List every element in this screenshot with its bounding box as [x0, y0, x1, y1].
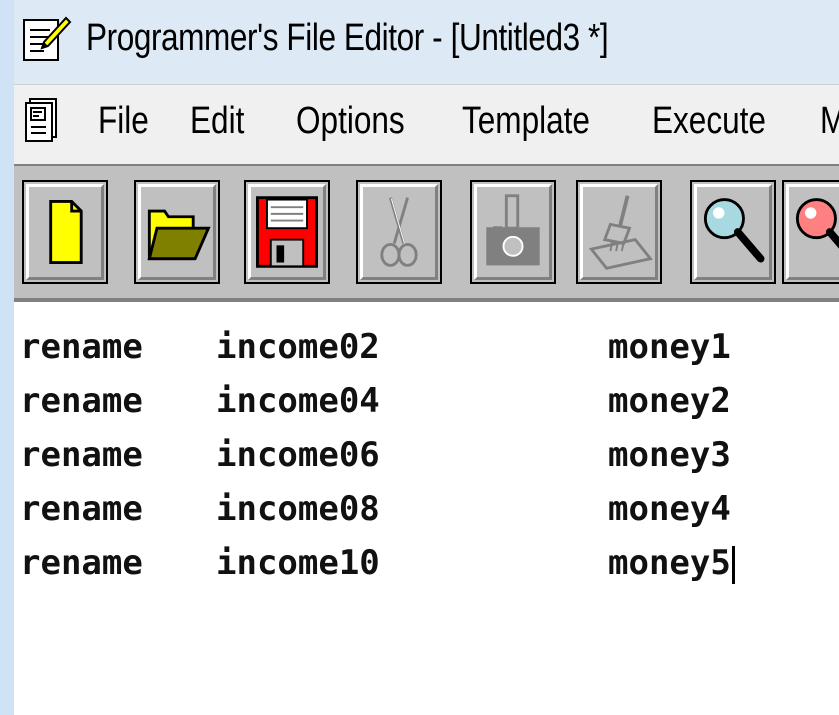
menu-bar: File Edit Options Template Execute M	[14, 84, 839, 159]
menu-template[interactable]: Template	[462, 95, 590, 147]
find-next-button[interactable]	[782, 180, 839, 284]
line-new-name-with-caret: money5	[608, 538, 735, 588]
notepad-pencil-icon[interactable]	[20, 12, 72, 64]
window-title: Programmer's File Editor - [Untitled3 *]	[86, 17, 609, 59]
paste-button[interactable]	[576, 180, 662, 284]
line-command: rename	[20, 543, 143, 583]
line-new-name: money5	[608, 543, 731, 583]
floppy-disk-icon	[256, 196, 318, 268]
camera-icon	[486, 194, 540, 266]
toolbar-border	[14, 298, 839, 302]
scissors-icon	[380, 197, 418, 267]
save-file-button[interactable]	[244, 180, 330, 284]
editor-line: rename income10 money5	[20, 538, 735, 588]
line-new-name: money1	[608, 327, 731, 367]
line-new-name: money2	[608, 381, 731, 421]
line-old-name: income02	[216, 327, 380, 367]
line-old-name: income06	[216, 435, 380, 475]
document-icon[interactable]	[24, 95, 62, 143]
line-new-name: money3	[608, 435, 731, 475]
editor-line: rename income02 money1	[20, 322, 731, 372]
magnifier-icon	[703, 198, 765, 263]
open-folder-icon	[147, 209, 211, 261]
line-command: rename	[20, 435, 143, 475]
open-file-button[interactable]	[134, 180, 220, 284]
editor-line: rename income08 money4	[20, 484, 731, 534]
toolbar	[14, 166, 839, 300]
title-bar[interactable]: Programmer's File Editor - [Untitled3 *]	[14, 0, 839, 84]
desktop-edge	[0, 0, 14, 715]
line-new-name: money4	[608, 489, 731, 529]
brush-icon	[588, 195, 654, 270]
line-command: rename	[20, 381, 143, 421]
toolbar-separator	[14, 158, 839, 166]
line-old-name: income10	[216, 543, 380, 583]
menu-file[interactable]: File	[98, 95, 149, 147]
copy-button[interactable]	[470, 180, 556, 284]
menu-execute[interactable]: Execute	[652, 95, 766, 147]
find-button[interactable]	[690, 180, 776, 284]
editor-line: rename income06 money3	[20, 430, 731, 480]
menu-macro[interactable]: M	[820, 95, 839, 147]
new-file-button[interactable]	[22, 180, 108, 284]
new-document-icon	[49, 200, 83, 264]
menu-options[interactable]: Options	[296, 95, 405, 147]
cut-button[interactable]	[356, 180, 442, 284]
editor-window: Programmer's File Editor - [Untitled3 *]…	[0, 0, 839, 715]
line-command: rename	[20, 489, 143, 529]
line-old-name: income04	[216, 381, 380, 421]
magnifier-red-icon	[795, 198, 839, 249]
editor-line: rename income04 money2	[20, 376, 731, 426]
menu-edit[interactable]: Edit	[190, 95, 244, 147]
text-caret	[731, 545, 735, 584]
line-old-name: income08	[216, 489, 380, 529]
line-command: rename	[20, 327, 143, 367]
text-editor-area[interactable]: rename income02 money1 rename income04 m…	[14, 304, 839, 715]
